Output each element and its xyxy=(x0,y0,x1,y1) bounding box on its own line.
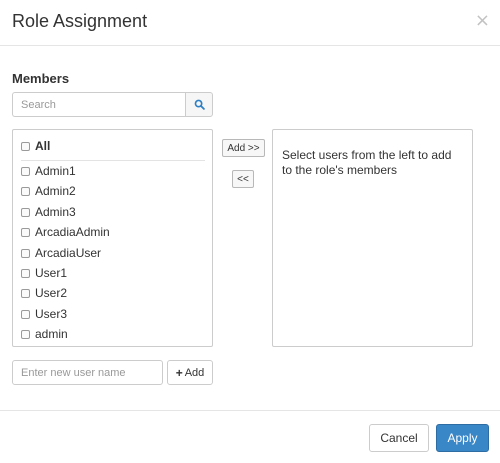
user-item-label: User3 xyxy=(35,307,68,321)
dialog-header: Role Assignment × xyxy=(0,0,500,46)
footer-divider xyxy=(0,410,500,411)
members-label: Members xyxy=(12,71,70,86)
apply-button[interactable]: Apply xyxy=(436,424,489,452)
search-icon xyxy=(194,99,205,110)
user-item-label: ArcadiaAdmin xyxy=(35,225,110,239)
user-item-label: User1 xyxy=(35,266,68,280)
checkbox[interactable] xyxy=(21,248,30,258)
user-item[interactable]: User3 xyxy=(21,307,67,321)
user-item-all[interactable]: All xyxy=(21,139,50,153)
checkbox[interactable] xyxy=(21,309,30,319)
user-item[interactable]: User2 xyxy=(21,286,67,300)
user-item[interactable]: admin xyxy=(21,327,68,341)
checkbox[interactable] xyxy=(21,186,30,196)
checkbox[interactable] xyxy=(21,227,30,237)
user-item-label: Admin1 xyxy=(35,164,76,178)
checkbox[interactable] xyxy=(21,329,30,339)
add-user-button[interactable]: + Add xyxy=(167,360,213,385)
checkbox[interactable] xyxy=(21,141,30,151)
checkbox[interactable] xyxy=(21,288,30,298)
user-item[interactable]: Admin1 xyxy=(21,164,76,178)
role-assignment-dialog: Role Assignment × Members All Admin1 Adm… xyxy=(0,0,500,463)
role-members-list: Select users from the left to add to the… xyxy=(272,129,473,347)
cancel-button[interactable]: Cancel xyxy=(369,424,429,452)
user-item-label: All xyxy=(35,139,51,153)
user-item-label: Admin3 xyxy=(35,205,76,219)
user-item[interactable]: Admin3 xyxy=(21,205,76,219)
divider xyxy=(21,160,205,161)
dialog-title: Role Assignment xyxy=(12,11,148,31)
user-item-label: Admin2 xyxy=(35,184,76,198)
add-to-role-button[interactable]: Add >> xyxy=(222,139,265,157)
search-group xyxy=(12,92,213,117)
checkbox[interactable] xyxy=(21,207,30,217)
new-user-name-input[interactable] xyxy=(12,360,163,385)
user-item[interactable]: ArcadiaAdmin xyxy=(21,225,110,239)
user-item-label: ArcadiaUser xyxy=(35,246,102,260)
user-item[interactable]: User1 xyxy=(21,266,67,280)
search-input[interactable] xyxy=(12,92,185,117)
available-users-list: All Admin1 Admin2 Admin3 ArcadiaAdmin Ar… xyxy=(12,129,213,347)
role-members-hint: Select users from the left to add to the… xyxy=(282,148,452,177)
checkbox[interactable] xyxy=(21,166,30,176)
user-item-label: User2 xyxy=(35,286,68,300)
checkbox[interactable] xyxy=(21,268,30,278)
close-icon[interactable]: × xyxy=(475,12,490,30)
plus-icon: + xyxy=(175,365,183,380)
user-item[interactable]: Admin2 xyxy=(21,184,76,198)
add-user-label: Add xyxy=(184,366,205,379)
search-button[interactable] xyxy=(185,92,213,117)
user-item-label: admin xyxy=(35,327,68,341)
remove-from-role-button[interactable]: << xyxy=(232,170,254,188)
user-item[interactable]: ArcadiaUser xyxy=(21,246,101,260)
